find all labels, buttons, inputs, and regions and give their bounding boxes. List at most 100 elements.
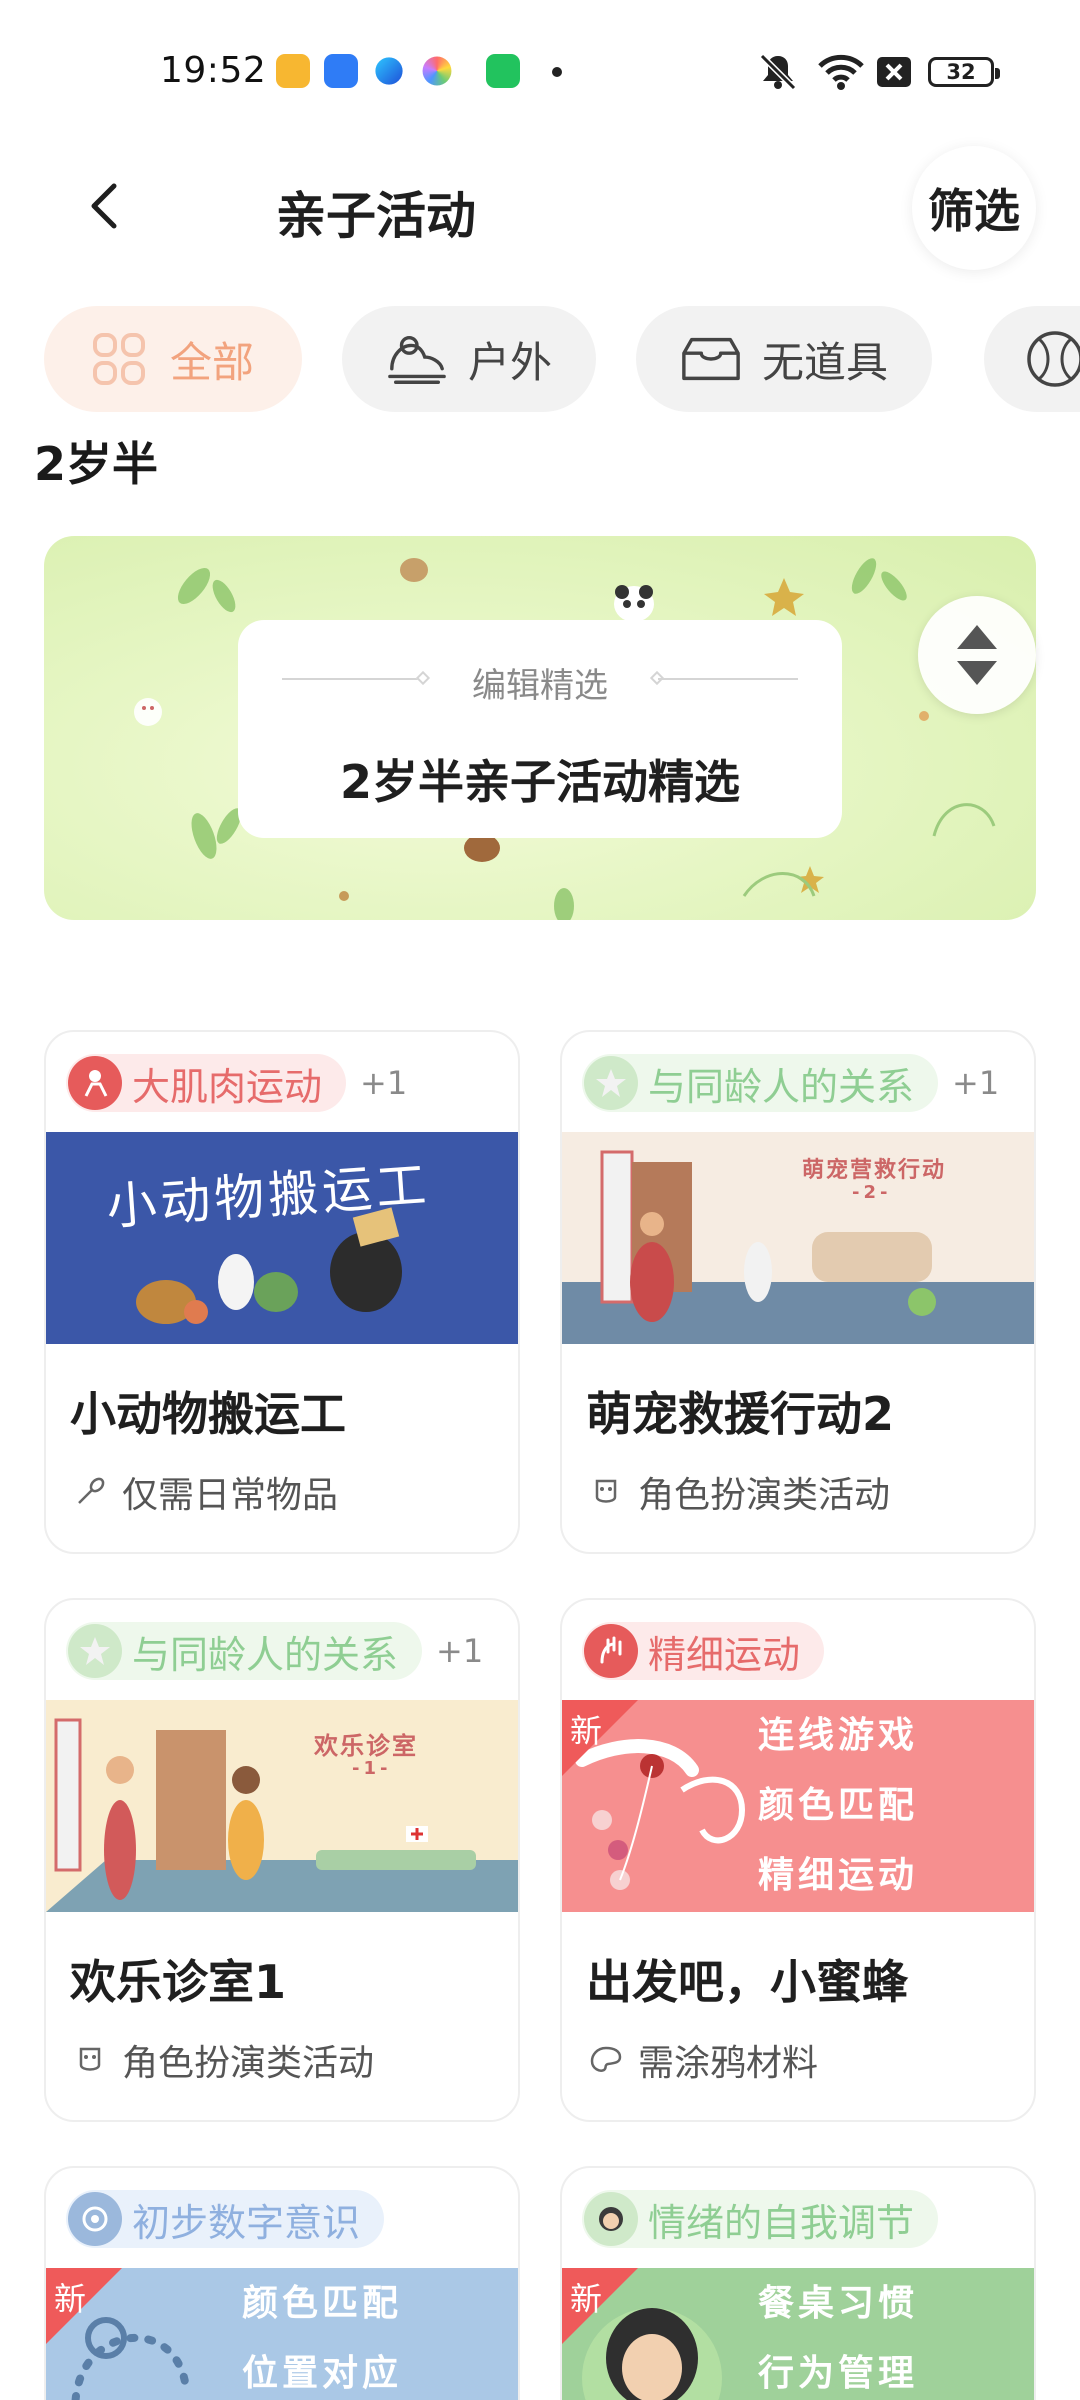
activity-image: 萌宠营救行动 -2- xyxy=(562,1132,1034,1344)
skill-tag: 与同龄人的关系 xyxy=(582,1054,939,1112)
meta-label: 角色扮演类活动 xyxy=(638,1475,891,1516)
tag-label: 情绪的自我调节 xyxy=(648,2200,915,2245)
image-line: 颜色匹配 xyxy=(242,2283,403,2324)
card-tags: 精细运动 xyxy=(582,1620,825,1682)
tag-label: 与同龄人的关系 xyxy=(648,1064,915,1109)
meta-label: 需涂鸦材料 xyxy=(638,2043,819,2084)
baseball-icon xyxy=(1024,328,1080,390)
banner-card: 编辑精选 2岁半亲子活动精选 xyxy=(238,620,842,838)
image-line: 位置对应 xyxy=(242,2353,403,2394)
wifi-icon xyxy=(818,54,864,90)
new-badge-label: 新 xyxy=(570,1712,603,1750)
image-line: 连线游戏 xyxy=(758,1715,919,1756)
divider xyxy=(658,678,798,680)
age-heading: 2岁半 xyxy=(34,437,159,491)
tab-label: 无道具 xyxy=(762,337,889,387)
activity-card[interactable]: 精细运动 连线游戏 颜色匹配 精细运动 新 出发吧，小蜜蜂 需涂鸦材料 xyxy=(560,1598,1036,2122)
tag-label: 大肌肉运动 xyxy=(132,1064,323,1109)
grid-icon xyxy=(88,328,150,390)
tab-outdoor[interactable]: 户外 xyxy=(342,306,596,412)
app-feather-icon xyxy=(375,57,403,85)
activity-image: 餐桌习惯 行为管理 新 xyxy=(562,2268,1034,2400)
card-meta: 角色扮演类活动 xyxy=(72,2034,374,2086)
tab-label: 户外 xyxy=(468,337,553,387)
image-title: 萌宠营救行动 xyxy=(802,1158,947,1183)
star-friends-icon xyxy=(68,1624,122,1678)
card-title: 欢乐诊室1 xyxy=(70,1955,287,2009)
app-palette-icon xyxy=(422,56,452,86)
number-sense-icon xyxy=(68,2192,122,2246)
star-friends-icon xyxy=(584,1056,638,1110)
pet-rescue-illustration xyxy=(562,1150,1034,1344)
activity-image: 连线游戏 颜色匹配 精细运动 新 xyxy=(562,1700,1034,1912)
meta-label: 角色扮演类活动 xyxy=(122,2043,375,2084)
tab-all[interactable]: 全部 xyxy=(44,306,302,412)
image-subtitle: -2- xyxy=(852,1182,892,1203)
tab-more[interactable] xyxy=(984,306,1080,412)
triangle-down-icon xyxy=(957,661,997,685)
tag-label: 精细运动 xyxy=(648,1632,801,1677)
image-line: 行为管理 xyxy=(758,2353,919,2394)
sort-toggle-button[interactable] xyxy=(918,596,1036,714)
card-meta: 需涂鸦材料 xyxy=(588,2034,818,2086)
box-icon xyxy=(680,328,742,390)
banner-title: 2岁半亲子活动精选 xyxy=(339,755,740,809)
skill-tag: 大肌肉运动 xyxy=(66,1054,347,1112)
card-tags: 与同龄人的关系 +1 xyxy=(582,1052,999,1114)
sim-x-icon xyxy=(877,57,911,87)
page-title: 亲子活动 xyxy=(276,187,476,245)
card-title: 出发吧，小蜜蜂 xyxy=(586,1955,908,2009)
tag-label: 初步数字意识 xyxy=(132,2200,361,2245)
activity-image: 欢乐诊室 -1- xyxy=(46,1700,518,1912)
triangle-up-icon xyxy=(957,625,997,649)
status-bar: 19:52 32 xyxy=(0,0,1080,140)
new-badge-label: 新 xyxy=(54,2280,87,2318)
skill-tag: 与同龄人的关系 xyxy=(66,1622,423,1680)
card-meta: 仅需日常物品 xyxy=(72,1466,338,1518)
extra-tag-count: +1 xyxy=(436,1632,484,1670)
image-line: 餐桌习惯 xyxy=(758,2283,919,2324)
image-line: 精细运动 xyxy=(758,1855,919,1896)
activity-card[interactable]: 与同龄人的关系 +1 萌宠营救行动 -2- 萌宠救援行动2 角色扮演类活动 xyxy=(560,1030,1036,1554)
extra-tag-count: +1 xyxy=(952,1064,1000,1102)
emotion-icon xyxy=(584,2192,638,2246)
battery-indicator: 32 xyxy=(928,57,1000,87)
card-tags: 初步数字意识 xyxy=(66,2188,385,2250)
activity-image: 小动物搬运工 xyxy=(46,1132,518,1344)
card-title: 小动物搬运工 xyxy=(70,1387,346,1441)
back-arrow-icon[interactable] xyxy=(78,178,134,234)
featured-banner[interactable]: 编辑精选 2岁半亲子活动精选 xyxy=(44,536,1036,920)
card-meta: 角色扮演类活动 xyxy=(588,1466,890,1518)
palette-icon xyxy=(588,2042,624,2078)
image-line: 颜色匹配 xyxy=(758,1785,919,1826)
skill-tag: 精细运动 xyxy=(582,1622,825,1680)
status-time: 19:52 xyxy=(160,50,267,91)
app-wechat-icon xyxy=(486,54,520,88)
outdoor-icon xyxy=(386,328,448,390)
category-tabs: 全部 户外 无道具 xyxy=(44,306,1080,412)
image-subtitle: -1- xyxy=(352,1758,392,1779)
activity-card[interactable]: 初步数字意识 颜色匹配 位置对应 新 xyxy=(44,2166,520,2400)
image-title: 欢乐诊室 xyxy=(314,1732,418,1760)
activity-card[interactable]: 与同龄人的关系 +1 欢乐诊室 -1- 欢乐诊室1 角色扮演类活动 xyxy=(44,1598,520,2122)
spoon-icon xyxy=(72,1474,108,1510)
gross-motor-icon xyxy=(68,1056,122,1110)
clinic-illustration xyxy=(46,1718,518,1912)
tab-no-props[interactable]: 无道具 xyxy=(636,306,932,412)
skill-tag: 情绪的自我调节 xyxy=(582,2190,939,2248)
card-tags: 大肌肉运动 +1 xyxy=(66,1052,407,1114)
notification-dot-icon xyxy=(552,67,562,77)
activity-card[interactable]: 大肌肉运动 +1 小动物搬运工 小动物搬运工 仅需日常物品 xyxy=(44,1030,520,1554)
app-briefcase-icon xyxy=(324,54,358,88)
activity-image: 颜色匹配 位置对应 新 xyxy=(46,2268,518,2400)
activity-card[interactable]: 情绪的自我调节 餐桌习惯 行为管理 新 xyxy=(560,2166,1036,2400)
mask-icon xyxy=(588,1474,624,1510)
filter-button[interactable]: 筛选 xyxy=(912,146,1036,270)
card-title: 萌宠救援行动2 xyxy=(586,1387,895,1441)
tag-label: 与同龄人的关系 xyxy=(132,1632,399,1677)
card-tags: 情绪的自我调节 xyxy=(582,2188,939,2250)
skill-tag: 初步数字意识 xyxy=(66,2190,385,2248)
new-badge-label: 新 xyxy=(570,2280,603,2318)
app-book-icon xyxy=(276,54,310,88)
card-tags: 与同龄人的关系 +1 xyxy=(66,1620,483,1682)
